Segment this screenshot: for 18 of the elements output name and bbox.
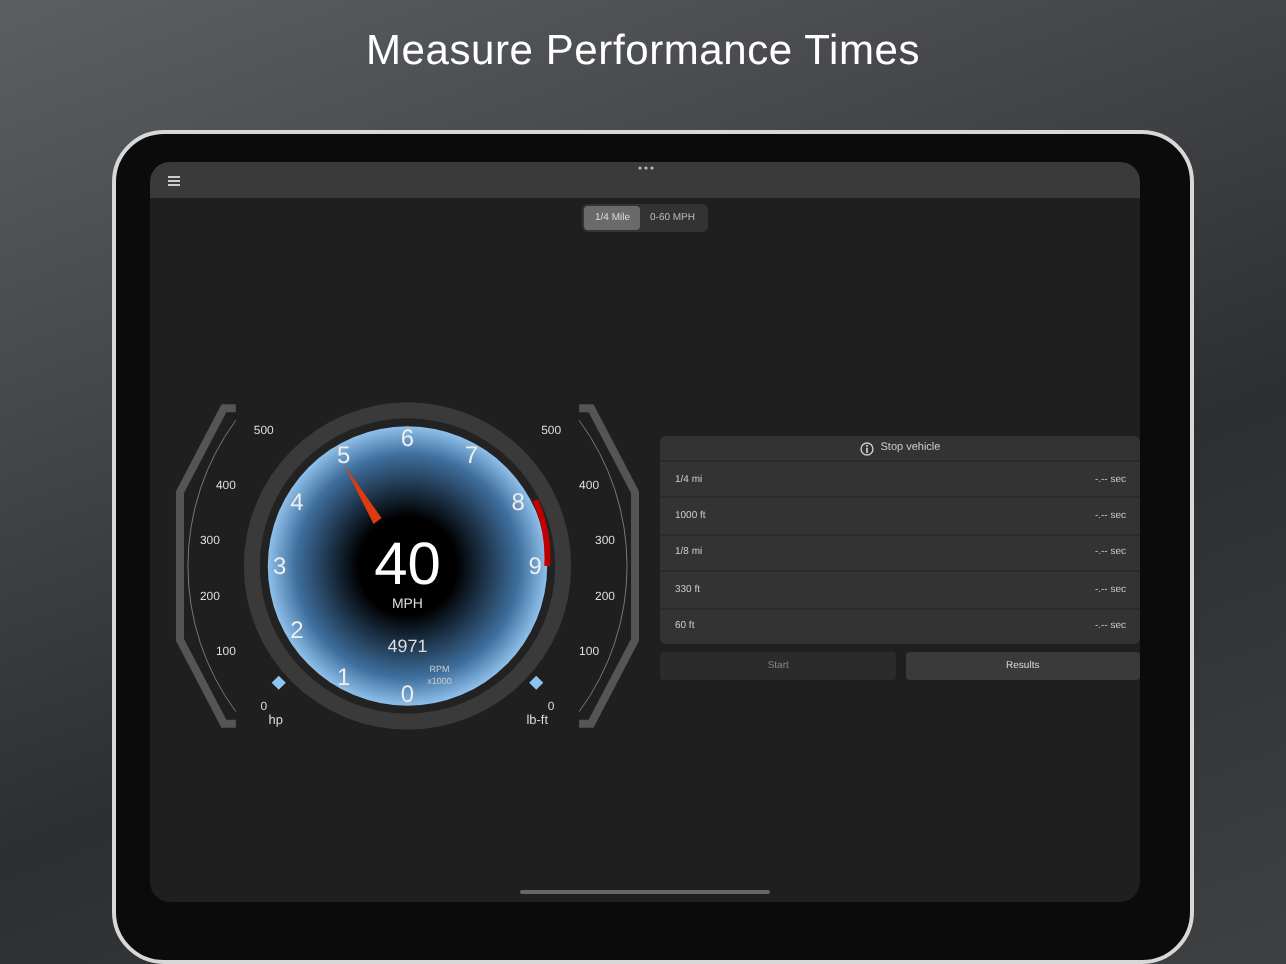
info-icon xyxy=(860,441,875,455)
needle-icon xyxy=(343,464,382,525)
menu-icon[interactable] xyxy=(168,175,180,185)
dial-number: 8 xyxy=(511,488,525,517)
dial-number: 0 xyxy=(400,679,415,708)
rpm-value: 4971 xyxy=(387,635,428,656)
diamond-icon xyxy=(271,675,286,690)
dial-number: 2 xyxy=(290,615,304,644)
dial-number: 5 xyxy=(336,441,351,470)
diamond-icon xyxy=(529,675,544,690)
dial-number: 4 xyxy=(290,488,304,517)
dial-number: 1 xyxy=(336,662,351,691)
dial-number: 9 xyxy=(528,552,542,580)
dial-number: 6 xyxy=(400,424,415,453)
headline: Measure Performance Times xyxy=(365,28,921,76)
dial-number: 7 xyxy=(464,441,479,470)
speed-value: 40 xyxy=(374,532,441,598)
dial-number: 3 xyxy=(273,552,287,580)
